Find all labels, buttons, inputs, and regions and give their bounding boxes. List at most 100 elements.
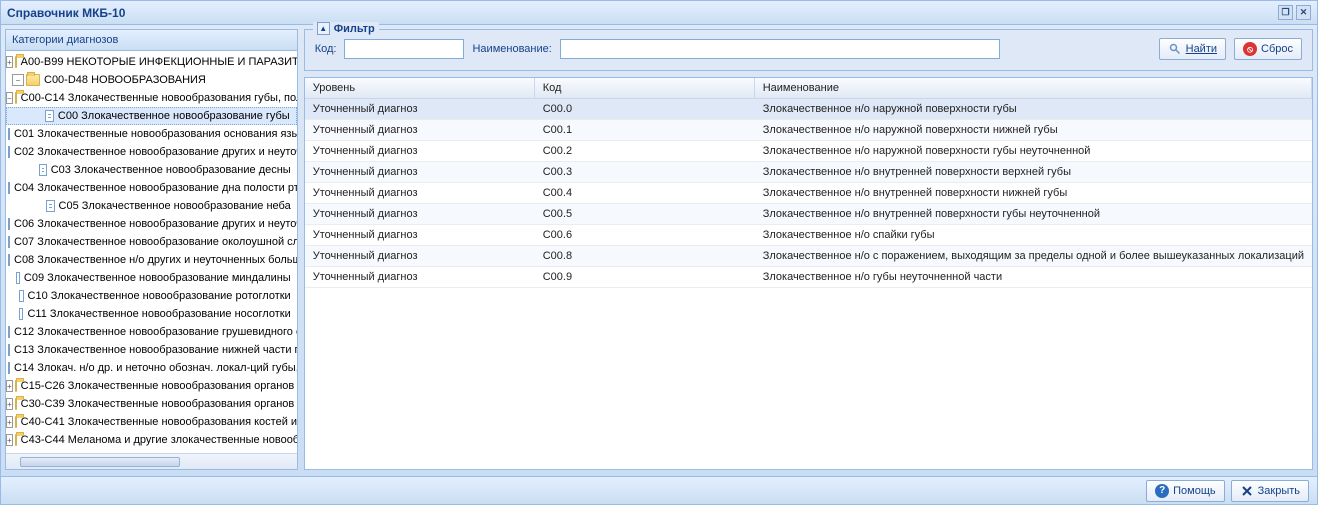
table-row[interactable]: Уточненный диагнозC00.5Злокачественное н… <box>305 204 1312 225</box>
table-row[interactable]: Уточненный диагнозC00.6Злокачественное н… <box>305 225 1312 246</box>
table-row[interactable]: Уточненный диагнозC00.9Злокачественное н… <box>305 267 1312 288</box>
table-row[interactable]: Уточненный диагнозC00.3Злокачественное н… <box>305 162 1312 183</box>
no-toggle-icon <box>15 308 18 320</box>
cell-level: Уточненный диагноз <box>305 99 535 119</box>
tree-folder[interactable]: −C00-C14 Злокачественные новообразования… <box>6 89 297 107</box>
tree-leaf[interactable]: C01 Злокачественные новообразования осно… <box>6 125 297 143</box>
tree-node-label: C02 Злокачественное новообразование друг… <box>14 146 297 158</box>
tree-node-label: C12 Злокачественное новообразование груш… <box>14 326 297 338</box>
expand-icon[interactable]: + <box>6 416 13 428</box>
grid-body[interactable]: Уточненный диагнозC00.0Злокачественное н… <box>305 99 1312 469</box>
folder-icon <box>15 56 17 68</box>
bottom-toolbar: ? Помощь Закрыть <box>1 476 1317 504</box>
filter-code-label: Код: <box>315 43 337 55</box>
no-toggle-icon <box>35 200 43 212</box>
tree-folder[interactable]: +C15-C26 Злокачественные новообразования… <box>6 377 297 395</box>
tree-leaf[interactable]: C02 Злокачественное новообразование друг… <box>6 143 297 161</box>
document-icon <box>46 200 55 212</box>
document-icon <box>8 362 10 374</box>
restore-icon[interactable]: ❐ <box>1278 5 1293 20</box>
no-entry-icon: ⦸ <box>1243 42 1257 56</box>
expand-icon[interactable]: + <box>6 434 13 446</box>
tree-folder[interactable]: + C43-C44 Меланома и другие злокачественн… <box>6 431 297 449</box>
close-button[interactable]: Закрыть <box>1231 480 1309 502</box>
help-icon: ? <box>1155 484 1169 498</box>
tree-folder[interactable]: + C30-C39 Злокачественные новообразования… <box>6 395 297 413</box>
filter-name-label: Наименование: <box>472 43 551 55</box>
tree-leaf[interactable]: C05 Злокачественное новообразование неба <box>6 197 297 215</box>
tree-leaf[interactable]: C13 Злокачественное новообразование нижн… <box>6 341 297 359</box>
cell-level: Уточненный диагноз <box>305 141 535 161</box>
tree-node-label: C00-C14 Злокачественные новообразования … <box>21 92 297 104</box>
tree-folder[interactable]: +A00-B99 НЕКОТОРЫЕ ИНФЕКЦИОННЫЕ И ПАРАЗИ… <box>6 53 297 71</box>
chevron-up-icon[interactable]: ▲ <box>317 22 330 35</box>
cell-name: Злокачественное н/о внутренней поверхнос… <box>755 183 1312 203</box>
table-row[interactable]: Уточненный диагнозC00.8Злокачественное н… <box>305 246 1312 267</box>
folder-icon <box>15 398 17 410</box>
tree-leaf[interactable]: C10 Злокачественное новообразование рото… <box>6 287 297 305</box>
cell-name: Злокачественное н/о внутренней поверхнос… <box>755 162 1312 182</box>
table-row[interactable]: Уточненный диагнозC00.1Злокачественное н… <box>305 120 1312 141</box>
tree-leaf[interactable]: C00 Злокачественное новообразование губы <box>6 107 297 125</box>
column-name[interactable]: Наименование <box>755 78 1312 98</box>
tree-node-label: C40-C41 Злокачественные новообразования … <box>21 416 297 428</box>
cell-level: Уточненный диагноз <box>305 120 535 140</box>
categories-tree-scroll[interactable]: +A00-B99 НЕКОТОРЫЕ ИНФЕКЦИОННЫЕ И ПАРАЗИ… <box>6 51 297 453</box>
table-row[interactable]: Уточненный диагнозC00.4Злокачественное н… <box>305 183 1312 204</box>
tree-folder[interactable]: −C00-D48 НОВООБРАЗОВАНИЯ <box>6 71 297 89</box>
categories-tree: +A00-B99 НЕКОТОРЫЕ ИНФЕКЦИОННЫЕ И ПАРАЗИ… <box>6 51 297 451</box>
tree-leaf[interactable]: C11 Злокачественное новообразование носо… <box>6 305 297 323</box>
column-code[interactable]: Код <box>535 78 755 98</box>
categories-panel-title: Категории диагнозов <box>6 30 297 51</box>
tree-leaf[interactable]: C06 Злокачественное новообразование друг… <box>6 215 297 233</box>
tree-node-label: C43-C44 Меланома и другие злокачественны… <box>21 434 297 446</box>
document-icon <box>8 326 10 338</box>
help-button[interactable]: ? Помощь <box>1146 480 1225 502</box>
cell-level: Уточненный диагноз <box>305 183 535 203</box>
filter-code-input[interactable] <box>344 39 464 59</box>
collapse-icon[interactable]: − <box>12 74 24 86</box>
tree-leaf[interactable]: C08 Злокачественное н/о других и неуточн… <box>6 251 297 269</box>
no-toggle-icon <box>35 110 43 122</box>
cell-name: Злокачественное н/о внутренней поверхнос… <box>755 204 1312 224</box>
tree-leaf[interactable]: C04 Злокачественное новообразование дна … <box>6 179 297 197</box>
tree-leaf[interactable]: C03 Злокачественное новообразование десн… <box>6 161 297 179</box>
document-icon <box>8 218 10 230</box>
filter-name-input[interactable] <box>560 39 1000 59</box>
reset-button[interactable]: ⦸ Сброс <box>1234 38 1302 60</box>
document-icon <box>16 272 20 284</box>
tree-leaf[interactable]: C12 Злокачественное новообразование груш… <box>6 323 297 341</box>
document-icon <box>45 110 54 122</box>
tree-leaf[interactable]: C14 Злокач. н/о др. и неточно обознач. л… <box>6 359 297 377</box>
tree-folder[interactable]: + C40-C41 Злокачественные новообразования… <box>6 413 297 431</box>
column-level[interactable]: Уровень <box>305 78 535 98</box>
tree-node-label: C13 Злокачественное новообразование нижн… <box>14 344 297 356</box>
tree-node-label: C03 Злокачественное новообразование десн… <box>51 164 291 176</box>
tree-horizontal-scrollbar[interactable] <box>6 453 297 469</box>
close-icon[interactable]: ✕ <box>1296 5 1311 20</box>
cell-code: C00.2 <box>535 141 755 161</box>
tree-leaf[interactable]: C07 Злокачественное новообразование окол… <box>6 233 297 251</box>
tree-node-label: C00 Злокачественное новообразование губы <box>58 110 290 122</box>
cell-name: Злокачественное н/о наружной поверхности… <box>755 99 1312 119</box>
expand-icon[interactable]: + <box>6 56 13 68</box>
table-row[interactable]: Уточненный диагнозC00.2Злокачественное н… <box>305 141 1312 162</box>
cell-code: C00.9 <box>535 267 755 287</box>
find-button[interactable]: Найти <box>1159 38 1226 60</box>
tree-node-label: C08 Злокачественное н/о других и неуточн… <box>14 254 297 266</box>
mkb10-window: Справочник МКБ-10 ❐ ✕ Категории диагнозо… <box>0 0 1318 505</box>
tree-node-label: C07 Злокачественное новообразование окол… <box>14 236 297 248</box>
expand-icon[interactable]: + <box>6 398 13 410</box>
cell-code: C00.5 <box>535 204 755 224</box>
tree-leaf[interactable]: C09 Злокачественное новообразование минд… <box>6 269 297 287</box>
tree-node-label: C30-C39 Злокачественные новообразования … <box>21 398 297 410</box>
cell-name: Злокачественное н/о губы неуточненной ча… <box>755 267 1312 287</box>
collapse-icon[interactable]: − <box>6 92 13 104</box>
cell-code: C00.8 <box>535 246 755 266</box>
tree-node-label: C09 Злокачественное новообразование минд… <box>24 272 291 284</box>
table-row[interactable]: Уточненный диагнозC00.0Злокачественное н… <box>305 99 1312 120</box>
expand-icon[interactable]: + <box>6 380 13 392</box>
filter-legend: Фильтр <box>334 23 375 35</box>
cell-level: Уточненный диагноз <box>305 267 535 287</box>
document-icon <box>8 146 10 158</box>
